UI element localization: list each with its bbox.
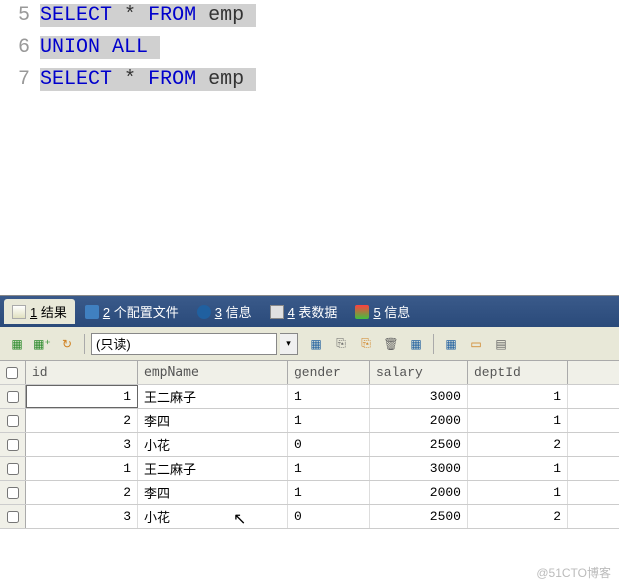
cell-empName[interactable]: 李四 <box>138 481 288 504</box>
watermark: @51CTO博客 <box>536 564 611 581</box>
readonly-select[interactable] <box>91 333 277 355</box>
result-tabs: 1 结果 2 个配置文件 3 信息 4 表数据 5 信息 <box>0 295 619 327</box>
tab-个配置文件[interactable]: 2 个配置文件 <box>77 299 187 324</box>
cell-gender[interactable]: 1 <box>288 481 370 504</box>
line-number: 7 <box>5 64 40 96</box>
tab-表数据[interactable]: 4 表数据 <box>262 299 346 324</box>
cell-id[interactable]: 3 <box>26 433 138 456</box>
cell-salary[interactable]: 2500 <box>370 433 468 456</box>
copy-icon[interactable]: ⎘ <box>355 333 377 355</box>
delete-icon[interactable]: 🗑 <box>380 333 402 355</box>
cell-empName[interactable]: 李四 <box>138 409 288 432</box>
table-row[interactable]: 2李四120001 <box>0 481 619 505</box>
cell-salary[interactable]: 2500 <box>370 505 468 528</box>
row-checkbox[interactable] <box>0 505 26 528</box>
cell-id[interactable]: 1 <box>26 385 138 408</box>
dropdown-arrow-icon[interactable]: ▾ <box>280 333 298 355</box>
column-header-id[interactable]: id <box>26 361 138 384</box>
row-checkbox[interactable] <box>0 433 26 456</box>
sql-code[interactable]: UNION ALL <box>40 36 160 59</box>
row-checkbox[interactable] <box>0 385 26 408</box>
column-header-deptId[interactable]: deptId <box>468 361 568 384</box>
cell-deptId[interactable]: 1 <box>468 409 568 432</box>
table-row[interactable]: 3小花025002 <box>0 433 619 457</box>
tab-icon <box>270 305 284 319</box>
line-number: 5 <box>5 0 40 32</box>
grid-add-icon[interactable]: ▦⁺ <box>31 333 53 355</box>
tab-icon <box>197 305 211 319</box>
tab-信息[interactable]: 3 信息 <box>189 299 260 324</box>
cell-empName[interactable]: 小花 <box>138 433 288 456</box>
cell-salary[interactable]: 3000 <box>370 457 468 480</box>
separator <box>84 334 85 354</box>
table-row[interactable]: 1王二麻子130001 <box>0 385 619 409</box>
tab-label: 4 表数据 <box>288 302 338 321</box>
table-row[interactable]: 3小花025002 <box>0 505 619 529</box>
cell-deptId[interactable]: 2 <box>468 505 568 528</box>
sql-editor[interactable]: 5SELECT * FROM emp 6UNION ALL 7SELECT * … <box>0 0 619 295</box>
cell-empName[interactable]: 小花 <box>138 505 288 528</box>
tab-label: 1 结果 <box>30 302 67 321</box>
row-checkbox[interactable] <box>0 457 26 480</box>
tab-结果[interactable]: 1 结果 <box>4 299 75 324</box>
cell-salary[interactable]: 2000 <box>370 481 468 504</box>
view-grid-icon[interactable]: ▦ <box>440 333 462 355</box>
cell-empName[interactable]: 王二麻子 <box>138 385 288 408</box>
cell-id[interactable]: 3 <box>26 505 138 528</box>
result-toolbar: ▦ ▦⁺ ↻ ▾ ▦ ⎘ ⎘ 🗑 ▦ ▦ ▭ ▤ <box>0 327 619 361</box>
table-row[interactable]: 1王二麻子130001 <box>0 457 619 481</box>
view-text-icon[interactable]: ▤ <box>490 333 512 355</box>
cell-gender[interactable]: 1 <box>288 457 370 480</box>
separator <box>433 334 434 354</box>
cell-deptId[interactable]: 1 <box>468 481 568 504</box>
cell-empName[interactable]: 王二麻子 <box>138 457 288 480</box>
sql-code[interactable]: SELECT * FROM emp <box>40 68 256 91</box>
tab-信息[interactable]: 5 信息 <box>347 299 418 324</box>
add-row-icon[interactable]: ▦ <box>6 333 28 355</box>
filter-icon[interactable]: ▦ <box>405 333 427 355</box>
cell-gender[interactable]: 1 <box>288 409 370 432</box>
row-checkbox[interactable] <box>0 409 26 432</box>
view-form-icon[interactable]: ▭ <box>465 333 487 355</box>
row-checkbox[interactable] <box>0 481 26 504</box>
table-header: idempNamegendersalarydeptId <box>0 361 619 385</box>
cell-deptId[interactable]: 2 <box>468 433 568 456</box>
refresh-icon[interactable]: ↻ <box>56 333 78 355</box>
checkbox-header[interactable] <box>0 361 26 384</box>
column-header-empName[interactable]: empName <box>138 361 288 384</box>
cell-deptId[interactable]: 1 <box>468 385 568 408</box>
tab-label: 3 信息 <box>215 302 252 321</box>
cell-deptId[interactable]: 1 <box>468 457 568 480</box>
cell-id[interactable]: 2 <box>26 409 138 432</box>
table-row[interactable]: 2李四120001 <box>0 409 619 433</box>
cell-salary[interactable]: 3000 <box>370 385 468 408</box>
save-icon[interactable]: ▦ <box>305 333 327 355</box>
tab-label: 2 个配置文件 <box>103 302 179 321</box>
cell-gender[interactable]: 0 <box>288 433 370 456</box>
column-header-gender[interactable]: gender <box>288 361 370 384</box>
sql-code[interactable]: SELECT * FROM emp <box>40 4 256 27</box>
result-grid[interactable]: idempNamegendersalarydeptId1王二麻子1300012李… <box>0 361 619 529</box>
cell-gender[interactable]: 1 <box>288 385 370 408</box>
tab-icon <box>85 305 99 319</box>
tab-icon <box>355 305 369 319</box>
line-number: 6 <box>5 32 40 64</box>
tab-label: 5 信息 <box>373 302 410 321</box>
cell-id[interactable]: 1 <box>26 457 138 480</box>
cell-salary[interactable]: 2000 <box>370 409 468 432</box>
tab-icon <box>12 305 26 319</box>
column-header-salary[interactable]: salary <box>370 361 468 384</box>
cell-gender[interactable]: 0 <box>288 505 370 528</box>
export-icon[interactable]: ⎘ <box>330 333 352 355</box>
cell-id[interactable]: 2 <box>26 481 138 504</box>
